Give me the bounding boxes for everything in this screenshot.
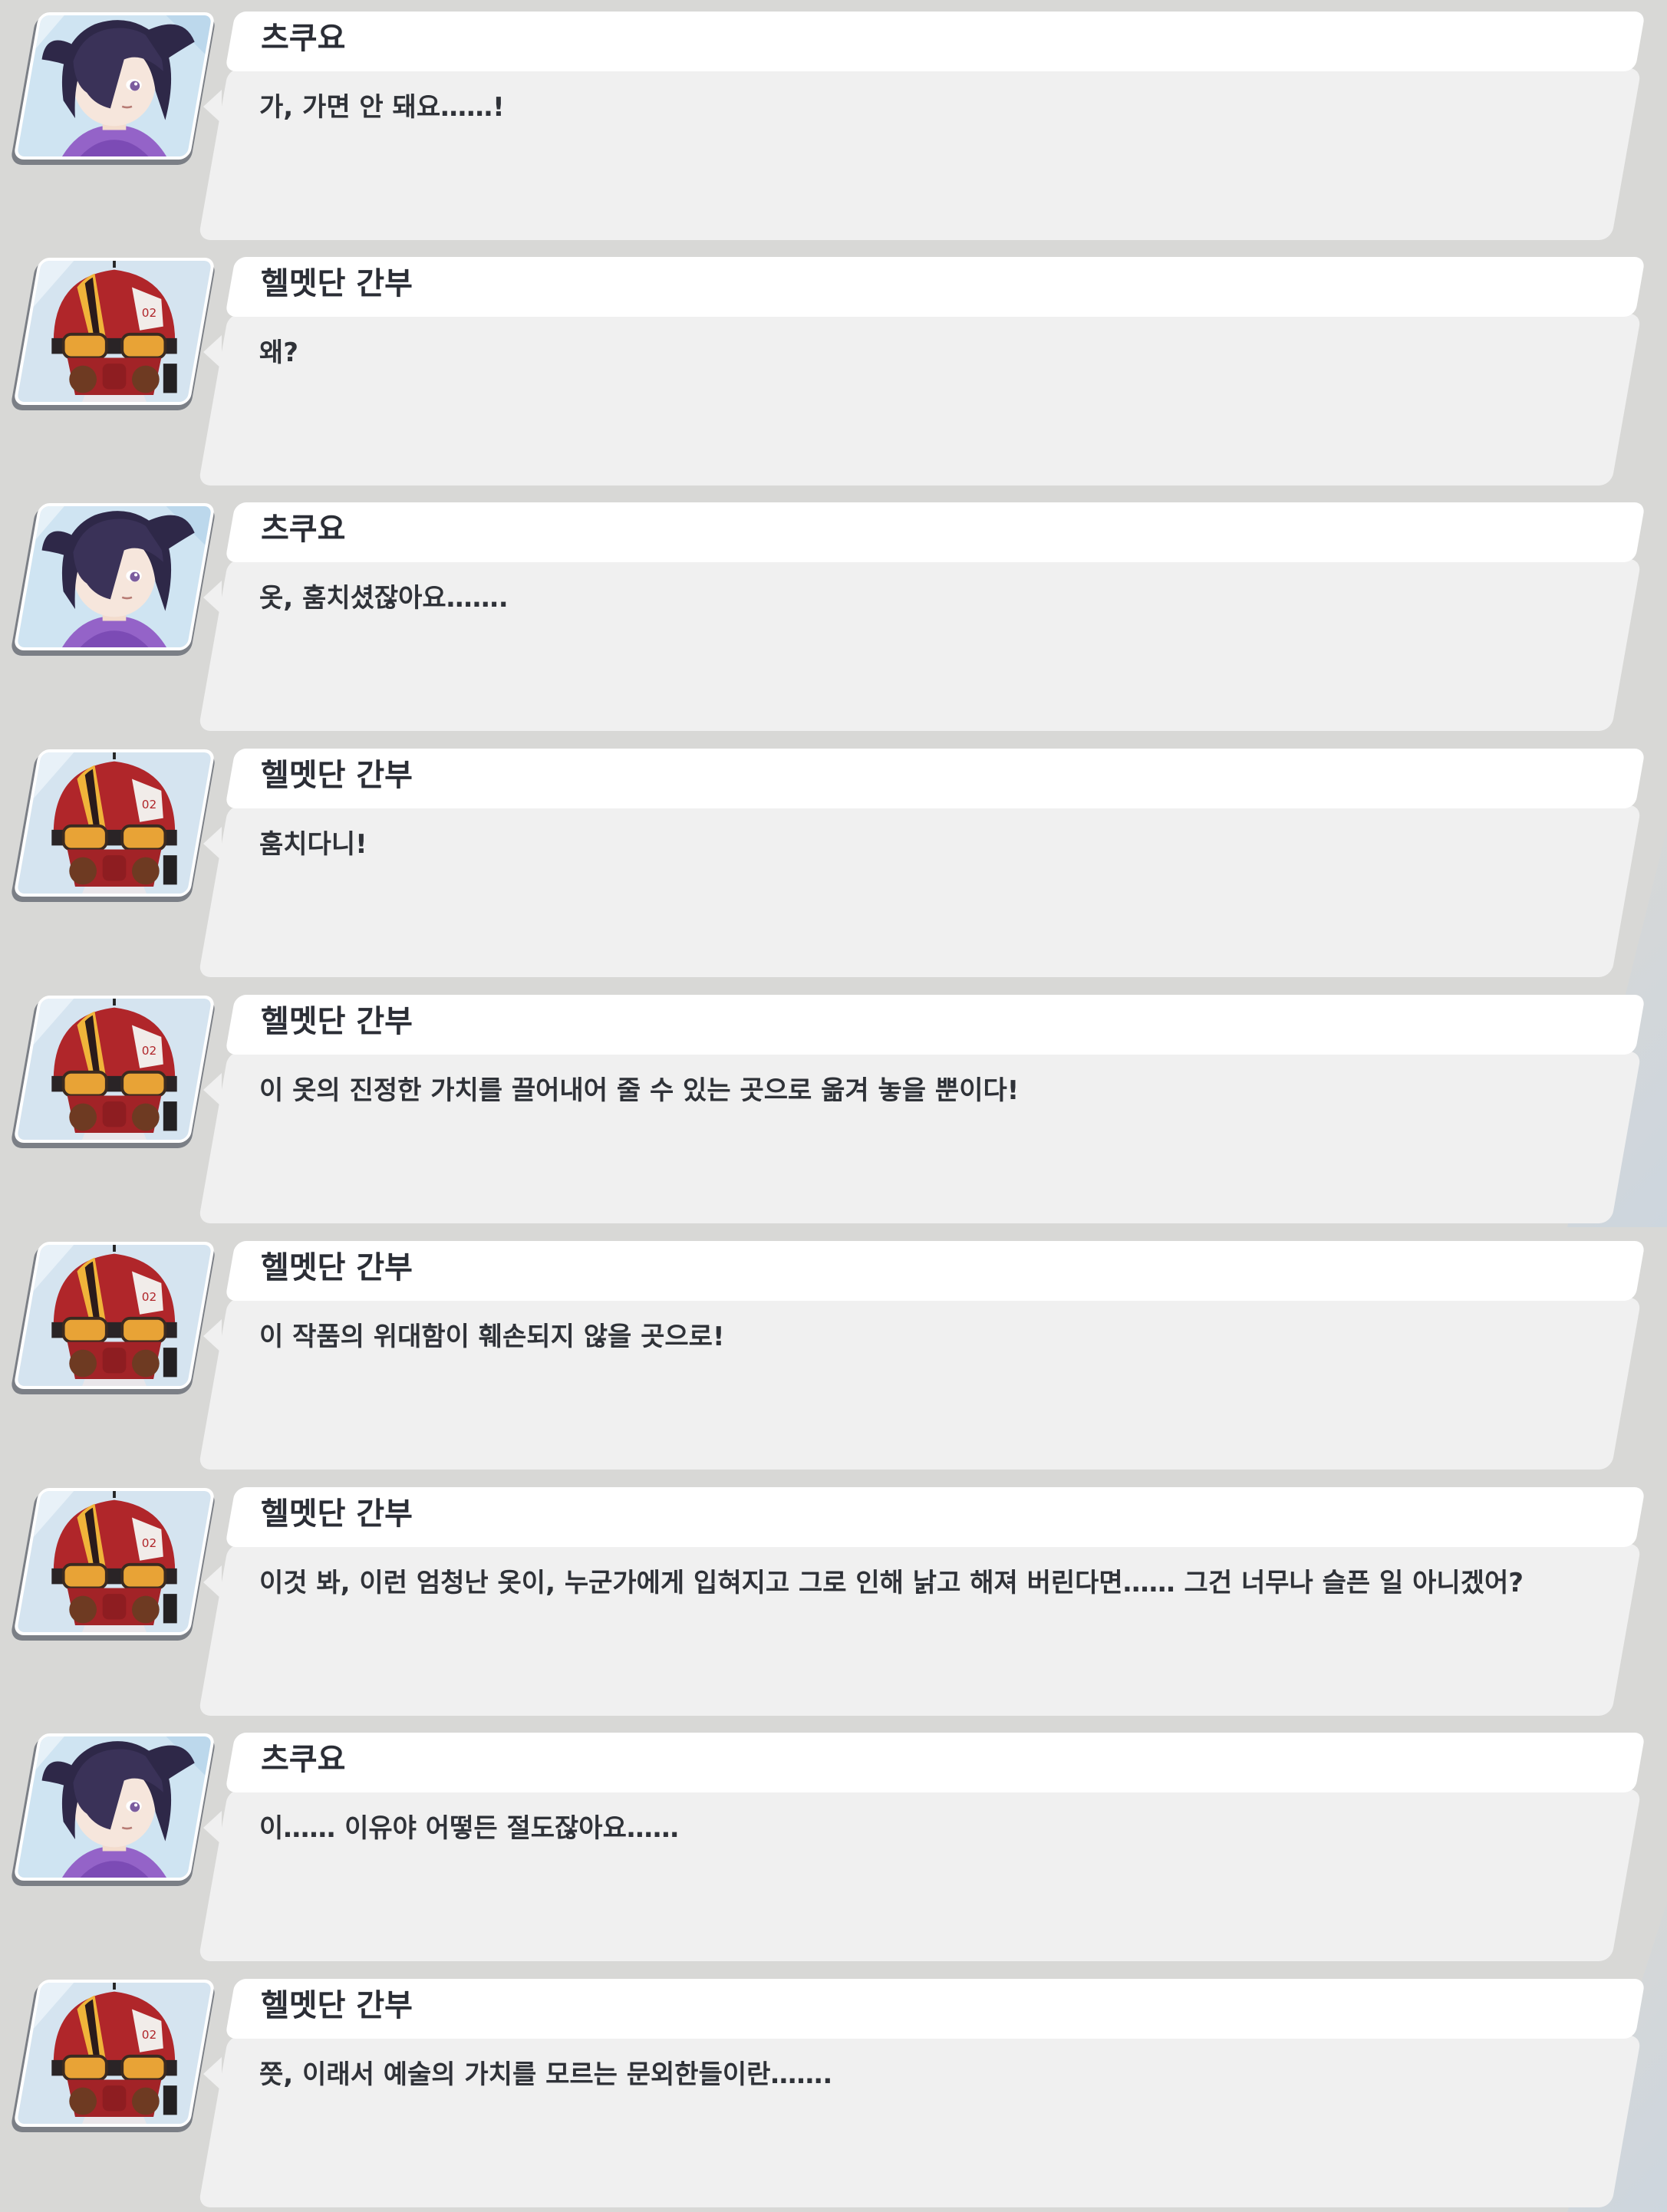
dialogue-text: 쯧, 이래서 예술의 가치를 모르는 문외한들이란…….: [259, 2059, 833, 2090]
svg-text:02: 02: [142, 306, 156, 320]
dialogue-text: 옷, 훔치셨잖아요…….: [259, 583, 509, 614]
speaker-name-bar: [225, 1733, 1646, 1792]
speaker-name: 헬멧단 간부: [261, 1496, 413, 1532]
dialogue-entry: 02 헬멧단 간부훔치다니!: [0, 737, 1667, 977]
tsukuyo-portrait-icon: [13, 503, 216, 650]
speaker-name-bar: [225, 257, 1646, 317]
speaker-name: 츠쿠요: [261, 1742, 346, 1777]
speech-pointer: [203, 581, 222, 614]
speaker-name: 헬멧단 간부: [261, 1250, 413, 1285]
svg-text:02: 02: [142, 1044, 156, 1058]
helmet-gang-portrait-icon: 02: [13, 1488, 216, 1635]
speech-pointer: [203, 1073, 222, 1107]
speaker-name-bar: [225, 502, 1646, 562]
speaker-name: 헬멧단 간부: [261, 1004, 413, 1039]
dialogue-entry: 츠쿠요옷, 훔치셨잖아요…….: [0, 491, 1667, 731]
speech-pointer: [203, 90, 222, 123]
speaker-name: 헬멧단 간부: [261, 758, 413, 793]
dialogue-text: 가, 가면 안 돼요……!: [259, 92, 505, 123]
dialogue-entry: 02 헬멧단 간부이 작품의 위대함이 훼손되지 않을 곳으로!: [0, 1229, 1667, 1470]
dialogue-text: 이 옷의 진정한 가치를 끌어내어 줄 수 있는 곳으로 옮겨 놓을 뿐이다!: [259, 1075, 1020, 1106]
helmet-gang-portrait-icon: 02: [13, 1242, 216, 1389]
tsukuyo-portrait-icon: [13, 1733, 216, 1881]
dialogue-entry: 02 헬멧단 간부이 옷의 진정한 가치를 끌어내어 줄 수 있는 곳으로 옮겨…: [0, 983, 1667, 1223]
dialogue-text: 이것 봐, 이런 엄청난 옷이, 누군가에게 입혀지고 그로 인해 낡고 해져 …: [259, 1568, 1524, 1598]
speech-pointer: [203, 1811, 222, 1845]
helmet-gang-portrait-icon: 02: [13, 258, 216, 405]
svg-text:02: 02: [142, 1536, 156, 1550]
speaker-name-bar: [225, 12, 1646, 71]
svg-text:02: 02: [142, 798, 156, 811]
speech-pointer: [203, 1565, 222, 1599]
speaker-name: 츠쿠요: [261, 21, 346, 56]
dialogue-text: 이…… 이유야 어떻든 절도잖아요……: [259, 1813, 679, 1844]
speaker-name-bar: [225, 1979, 1646, 2039]
speaker-name-bar: [225, 995, 1646, 1055]
dialogue-entry: 02 헬멧단 간부왜?: [0, 245, 1667, 486]
dialogue-entry: 츠쿠요이…… 이유야 어떻든 절도잖아요……: [0, 1721, 1667, 1961]
speaker-name: 헬멧단 간부: [261, 266, 413, 301]
speech-pointer: [203, 335, 222, 369]
speech-pointer: [203, 1319, 222, 1353]
speaker-name: 헬멧단 간부: [261, 1988, 413, 2023]
tsukuyo-portrait-icon: [13, 12, 216, 160]
dialogue-entry: 02 헬멧단 간부이것 봐, 이런 엄청난 옷이, 누군가에게 입혀지고 그로 …: [0, 1476, 1667, 1716]
svg-text:02: 02: [142, 1290, 156, 1304]
dialogue-text: 왜?: [259, 337, 299, 368]
dialogue-entry: 츠쿠요가, 가면 안 돼요……!: [0, 0, 1667, 240]
speech-pointer: [203, 827, 222, 861]
dialogue-text: 훔치다니!: [259, 829, 367, 860]
helmet-gang-portrait-icon: 02: [13, 749, 216, 897]
helmet-gang-portrait-icon: 02: [13, 996, 216, 1143]
helmet-gang-portrait-icon: 02: [13, 1980, 216, 2127]
dialogue-text: 이 작품의 위대함이 훼손되지 않을 곳으로!: [259, 1322, 725, 1352]
speaker-name: 츠쿠요: [261, 512, 346, 547]
speech-pointer: [203, 2057, 222, 2091]
dialogue-entry: 02 헬멧단 간부쯧, 이래서 예술의 가치를 모르는 문외한들이란…….: [0, 1967, 1667, 2207]
speaker-name-bar: [225, 749, 1646, 808]
speaker-name-bar: [225, 1487, 1646, 1547]
speaker-name-bar: [225, 1241, 1646, 1301]
svg-text:02: 02: [142, 2028, 156, 2042]
